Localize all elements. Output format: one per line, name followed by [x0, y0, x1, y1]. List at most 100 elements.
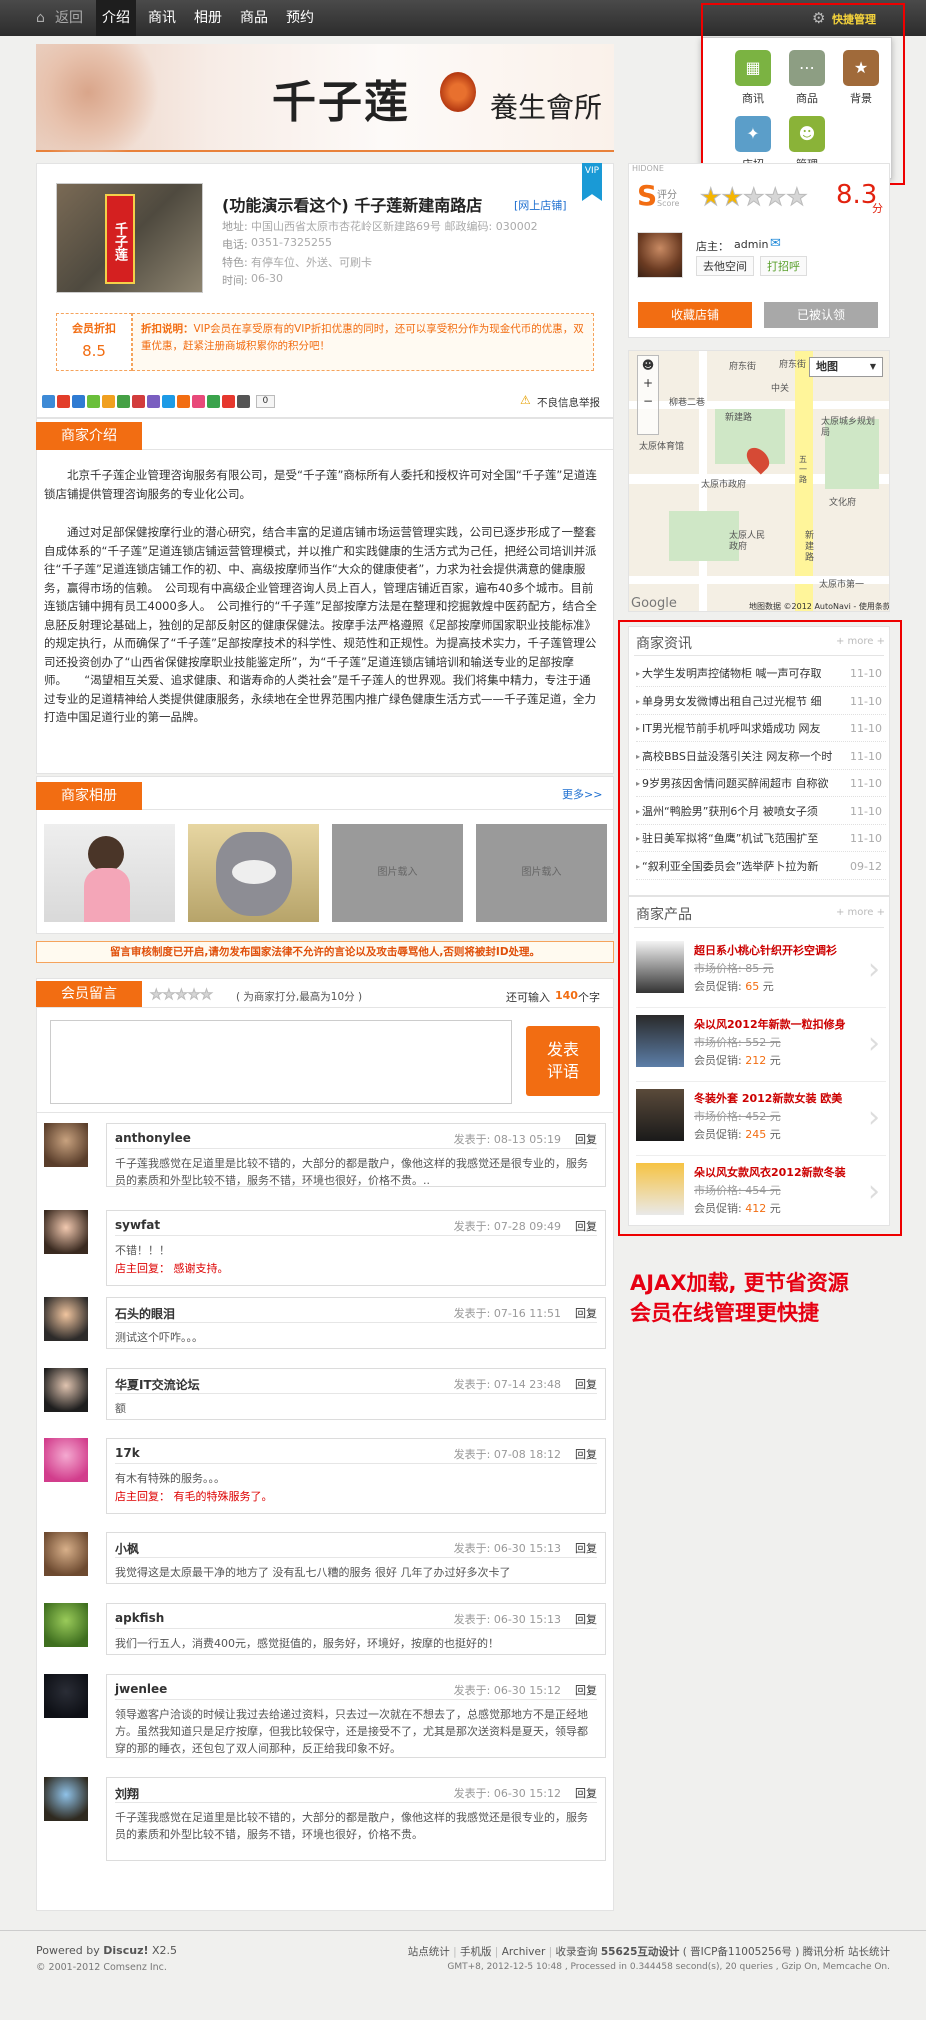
- favorite-shop-button[interactable]: 收藏店铺: [638, 302, 752, 328]
- news-title[interactable]: 高校BBS日益没落引关注 网友称一个时: [642, 743, 838, 769]
- commenter-name[interactable]: 石头的眼泪: [115, 1305, 175, 1322]
- share-kaixin-icon[interactable]: [87, 394, 100, 408]
- commenter-avatar[interactable]: [44, 1123, 88, 1167]
- tab-intro[interactable]: 介绍: [96, 0, 136, 36]
- product-name[interactable]: 朵以风2012年新款一粒扣修身: [694, 1016, 846, 1032]
- reply-link[interactable]: 回复: [575, 1446, 597, 1462]
- back-link[interactable]: 返回: [55, 0, 83, 36]
- product-image[interactable]: [636, 1015, 684, 1067]
- tab-album[interactable]: 相册: [194, 0, 222, 36]
- album-photo-placeholder[interactable]: 图片载入: [332, 824, 463, 922]
- reply-link[interactable]: 回复: [575, 1785, 597, 1801]
- news-item[interactable]: ▸ 驻日美军拟将“鱼鹰”机试飞范围扩至 11-10: [636, 825, 886, 852]
- share-google-icon[interactable]: [222, 394, 235, 408]
- tab-products[interactable]: 商品: [240, 0, 268, 36]
- report-link[interactable]: 不良信息举报: [537, 395, 600, 410]
- album-more-link[interactable]: 更多>>: [562, 786, 602, 802]
- product-image[interactable]: [636, 1089, 684, 1141]
- commenter-name[interactable]: 刘翔: [115, 1785, 139, 1802]
- commenter-name[interactable]: anthonylee: [115, 1131, 191, 1145]
- commenter-name[interactable]: sywfat: [115, 1218, 160, 1232]
- visit-space-button[interactable]: 去他空间: [696, 256, 754, 276]
- share-baidu-icon[interactable]: [192, 394, 205, 408]
- commenter-avatar[interactable]: [44, 1368, 88, 1412]
- commenter-avatar[interactable]: [44, 1297, 88, 1341]
- chat-bubble-icon[interactable]: ✉: [770, 236, 781, 251]
- footer-link[interactable]: 手机版: [460, 1946, 492, 1958]
- footer-link[interactable]: 收录查询: [556, 1946, 598, 1958]
- share-tieba-icon[interactable]: [147, 394, 160, 408]
- share-sohu-icon[interactable]: [177, 394, 190, 408]
- share-tianya-icon[interactable]: [207, 394, 220, 408]
- star-empty-icon[interactable]: ★: [150, 987, 164, 1004]
- chevron-right-icon[interactable]: ›: [868, 1100, 880, 1135]
- news-title[interactable]: 温州“鸭脸男”获刑6个月 被喷女子须: [642, 798, 838, 824]
- product-item[interactable]: 朵以风2012年新款一粒扣修身 市场价格: 552 元会员促销: 212 元 ›: [636, 1008, 886, 1082]
- album-photo-placeholder[interactable]: 图片载入: [476, 824, 607, 922]
- news-item[interactable]: ▸ 9岁男孩因舍情问题买醉闹超市 自称欲 11-10: [636, 770, 886, 797]
- home-icon[interactable]: ⌂: [36, 0, 45, 36]
- album-photo-wolf[interactable]: [188, 824, 319, 922]
- star-empty-icon[interactable]: ★: [200, 987, 214, 1004]
- commenter-name[interactable]: 小枫: [115, 1540, 139, 1557]
- news-item[interactable]: ▸ 温州“鸭脸男”获刑6个月 被喷女子须 11-10: [636, 798, 886, 825]
- share-more-icon[interactable]: [237, 394, 250, 408]
- products-more-link[interactable]: + more +: [836, 907, 885, 918]
- product-name[interactable]: 朵以风女款风衣2012新款冬装: [694, 1164, 846, 1180]
- star-empty-icon[interactable]: ★: [175, 987, 189, 1004]
- album-photo-child[interactable]: [44, 824, 175, 922]
- reply-link[interactable]: 回复: [575, 1611, 597, 1627]
- news-title[interactable]: IT男光棍节前手机呼叫求婚成功 网友: [642, 715, 838, 741]
- share-163-icon[interactable]: [132, 394, 145, 408]
- commenter-avatar[interactable]: [44, 1438, 88, 1482]
- news-item[interactable]: ▸ 高校BBS日益没落引关注 网友称一个时 11-10: [636, 743, 886, 770]
- product-item[interactable]: 冬装外套 2012新款女装 欧美 市场价格: 452 元会员促销: 245 元 ›: [636, 1082, 886, 1156]
- footer-link[interactable]: 站点统计: [408, 1946, 450, 1958]
- news-more-link[interactable]: + more +: [836, 636, 885, 647]
- commenter-avatar[interactable]: [44, 1777, 88, 1821]
- owner-name[interactable]: admin: [734, 238, 768, 251]
- chevron-right-icon[interactable]: ›: [868, 1174, 880, 1209]
- chevron-right-icon[interactable]: ›: [868, 1026, 880, 1061]
- chevron-right-icon[interactable]: ›: [868, 952, 880, 987]
- reply-link[interactable]: 回复: [575, 1305, 597, 1321]
- claimed-button[interactable]: 已被认领: [764, 302, 878, 328]
- share-wechat-icon[interactable]: [117, 394, 130, 408]
- commenter-name[interactable]: apkfish: [115, 1611, 164, 1625]
- news-title[interactable]: 大学生发明声控储物柜 喊一声可存取: [642, 660, 838, 686]
- reply-link[interactable]: 回复: [575, 1131, 597, 1147]
- map-type-select[interactable]: 地图 ▼: [809, 357, 883, 377]
- reply-link[interactable]: 回复: [575, 1540, 597, 1556]
- footer-link[interactable]: Archiver: [502, 1946, 546, 1958]
- footer-link[interactable]: 腾讯分析: [803, 1946, 845, 1958]
- news-title[interactable]: 单身男女发微博出租自己过光棍节 细: [642, 688, 838, 714]
- tab-booking[interactable]: 预约: [286, 0, 314, 36]
- product-image[interactable]: [636, 1163, 684, 1215]
- news-item[interactable]: ▸ IT男光棍节前手机呼叫求婚成功 网友 11-10: [636, 715, 886, 742]
- commenter-avatar[interactable]: [44, 1603, 88, 1647]
- news-title[interactable]: 9岁男孩因舍情问题买醉闹超市 自称欲: [642, 770, 838, 796]
- map-panel[interactable]: 柳巷二巷 府东街 新建路 中关 太原城乡规划局 太原市政府 太原人民政府 新建路…: [628, 350, 890, 612]
- reply-link[interactable]: 回复: [575, 1682, 597, 1698]
- online-shop-link[interactable]: [网上店铺]: [514, 197, 567, 213]
- commenter-name[interactable]: 17k: [115, 1446, 140, 1460]
- product-item[interactable]: 超日系小桃心针织开衫空调衫 市场价格: 85 元会员促销: 65 元 ›: [636, 934, 886, 1008]
- footer-link[interactable]: ( 晋ICP备11005256号 ): [683, 1946, 800, 1958]
- share-qzone-icon[interactable]: [42, 394, 55, 408]
- star-empty-icon[interactable]: ★: [187, 987, 201, 1004]
- submit-comment-button[interactable]: 发表评语: [526, 1026, 600, 1096]
- news-title[interactable]: 驻日美军拟将“鱼鹰”机试飞范围扩至: [642, 825, 838, 851]
- rate-stars-input[interactable]: ★★★★★: [150, 987, 214, 1004]
- commenter-name[interactable]: 华夏IT交流论坛: [115, 1376, 200, 1393]
- star-empty-icon[interactable]: ★: [162, 987, 176, 1004]
- product-name[interactable]: 超日系小桃心针织开衫空调衫: [694, 942, 837, 958]
- reply-link[interactable]: 回复: [575, 1376, 597, 1392]
- product-name[interactable]: 冬装外套 2012新款女装 欧美: [694, 1090, 842, 1106]
- news-item[interactable]: ▸ 大学生发明声控储物柜 喊一声可存取 11-10: [636, 660, 886, 687]
- greet-button[interactable]: 打招呼: [760, 256, 807, 276]
- map-zoom-control[interactable]: ☻ + −: [637, 355, 659, 435]
- comment-textarea[interactable]: [50, 1020, 512, 1104]
- tab-news[interactable]: 商讯: [148, 0, 176, 36]
- share-douban-icon[interactable]: [102, 394, 115, 408]
- commenter-avatar[interactable]: [44, 1532, 88, 1576]
